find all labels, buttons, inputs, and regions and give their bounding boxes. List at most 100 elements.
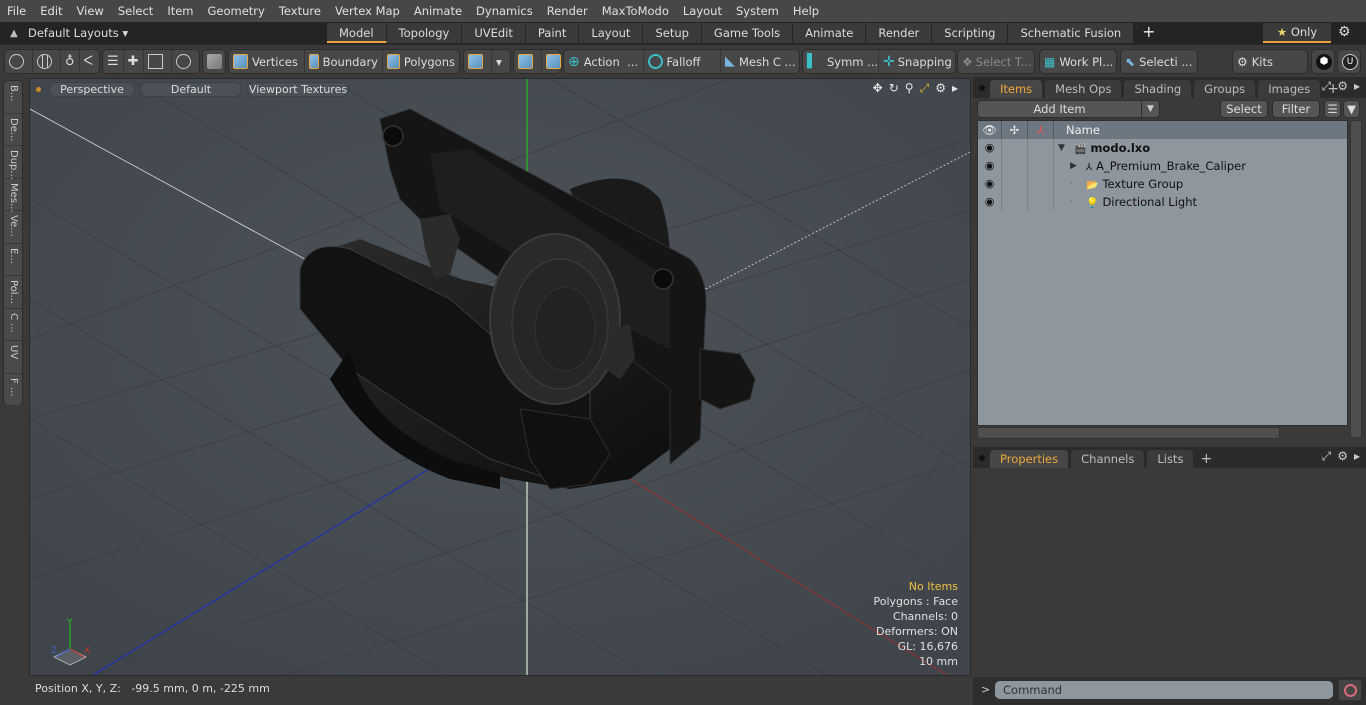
panel-gear-icon[interactable]: ⚙	[1337, 79, 1348, 94]
left-tab-4[interactable]: Ve...	[4, 211, 22, 244]
tree-row-directional-light[interactable]: ◉ · 💡 Directional Light	[978, 193, 1347, 211]
maximize-properties-icon[interactable]: ⤢	[1322, 449, 1332, 464]
tab-properties[interactable]: Properties	[990, 450, 1069, 468]
lock-cell[interactable]	[1002, 157, 1028, 175]
lock-cell[interactable]	[1002, 175, 1028, 193]
rotate-icon[interactable]: ↻	[889, 81, 899, 96]
material-mode-button[interactable]	[464, 50, 492, 73]
pen-tool-button[interactable]: ♁	[61, 50, 80, 73]
left-tab-5[interactable]: E...	[4, 244, 22, 276]
select-through-button[interactable]: ❖ Select T...	[958, 50, 1034, 73]
zoom-icon[interactable]: ⚲	[905, 81, 914, 96]
polygons-button[interactable]: Polygons	[383, 50, 459, 73]
path-tool-button[interactable]: ᐸ	[80, 50, 97, 73]
properties-gear-icon[interactable]: ⚙	[1337, 449, 1348, 464]
visibility-eye-icon[interactable]: ◉	[978, 139, 1002, 157]
layout-tab-layout[interactable]: Layout	[579, 23, 644, 43]
select-button[interactable]: Select	[1220, 100, 1268, 118]
tree-row-a-premium-brake-caliper[interactable]: ◉ ▶ ⅄ A_Premium_Brake_Caliper	[978, 157, 1347, 175]
boundary-button[interactable]: Boundary	[305, 50, 383, 73]
properties-panel-dot[interactable]	[979, 455, 985, 461]
symmetry-button[interactable]: ▌ Symm ...	[803, 50, 879, 73]
3d-viewport[interactable]: Perspective Default Viewport Textures ✥ …	[29, 78, 971, 676]
uv-cross-button[interactable]: ✚	[124, 50, 144, 73]
visibility-eye-icon[interactable]: ◉	[978, 175, 1002, 193]
kits-button[interactable]: ⚙ Kits	[1233, 50, 1307, 73]
item-mode-button[interactable]	[203, 50, 230, 73]
layout-tab-scripting[interactable]: Scripting	[932, 23, 1009, 43]
selection-sets-button[interactable]: ⬉ Selecti ...	[1121, 50, 1197, 73]
menu-maxtomodo[interactable]: MaxToModo	[595, 0, 676, 22]
tab-groups[interactable]: Groups	[1194, 80, 1256, 98]
menu-file[interactable]: File	[0, 0, 33, 22]
menu-vertex-map[interactable]: Vertex Map	[328, 0, 407, 22]
panel-arrow-icon[interactable]: ▸	[1354, 79, 1360, 94]
tree-row-texture-group[interactable]: ◉ · 📂 Texture Group	[978, 175, 1347, 193]
items-vertical-scrollbar[interactable]	[1350, 120, 1362, 438]
tab-mesh-ops[interactable]: Mesh Ops	[1045, 80, 1122, 98]
menu-layout[interactable]: Layout	[676, 0, 729, 22]
expand-arrow-icon[interactable]: ▸	[952, 81, 958, 96]
default-layouts-dropdown[interactable]: Default Layouts ▾	[28, 26, 326, 40]
menu-system[interactable]: System	[729, 0, 786, 22]
snapping-button[interactable]: ✛ Snapping	[879, 50, 955, 73]
menu-select[interactable]: Select	[111, 0, 160, 22]
mesh-constraint-button[interactable]: ◣ Mesh C ...	[721, 50, 799, 73]
left-tab-7[interactable]: C ...	[4, 309, 22, 341]
tab-items[interactable]: Items	[990, 80, 1043, 98]
layout-tab-paint[interactable]: Paint	[525, 23, 580, 43]
menu-item[interactable]: Item	[160, 0, 200, 22]
lock-column-icon[interactable]: ✢	[1002, 121, 1028, 139]
command-input[interactable]: Command	[995, 681, 1333, 699]
name-column-header[interactable]: Name	[1054, 121, 1100, 139]
layout-tab-uvedit[interactable]: UVEdit	[462, 23, 526, 43]
material-dropdown[interactable]: ▾	[492, 50, 506, 73]
menu-animate[interactable]: Animate	[407, 0, 469, 22]
left-tab-3[interactable]: Mes...	[4, 179, 22, 212]
menu-help[interactable]: Help	[786, 0, 826, 22]
list-options-button[interactable]: ☰	[1324, 100, 1341, 118]
only-button[interactable]: ★ Only	[1263, 23, 1331, 43]
visibility-column-icon[interactable]: 👁	[978, 121, 1002, 139]
filter-button[interactable]: Filter	[1272, 100, 1320, 118]
collapse-up-icon[interactable]: ▲	[0, 28, 28, 39]
collapse-arrow-icon[interactable]: ▶	[1070, 157, 1077, 175]
unreal-button[interactable]: U	[1338, 50, 1362, 73]
menu-render[interactable]: Render	[540, 0, 595, 22]
globe-button[interactable]	[33, 50, 61, 73]
gauge-button[interactable]	[172, 50, 199, 73]
left-tab-1[interactable]: De...	[4, 114, 22, 146]
tab-add-button[interactable]: +	[1196, 450, 1216, 468]
vertices-button[interactable]: Vertices	[229, 50, 305, 73]
tab-channels[interactable]: Channels	[1071, 450, 1145, 468]
work-plane-button[interactable]: ▦ Work Pl...	[1040, 50, 1116, 73]
action-button[interactable]: ⊕ Action ...	[564, 50, 644, 73]
properties-arrow-icon[interactable]: ▸	[1354, 449, 1360, 464]
menu-view[interactable]: View	[70, 0, 111, 22]
add-item-dropdown[interactable]: ▼	[1142, 100, 1160, 118]
menu-texture[interactable]: Texture	[272, 0, 328, 22]
frame-button[interactable]	[144, 50, 172, 73]
tree-row-modo-lxo[interactable]: ◉ ▼ 🎬 modo.lxo	[978, 139, 1347, 157]
tab-images[interactable]: Images	[1258, 80, 1321, 98]
left-tab-8[interactable]: UV	[4, 341, 22, 374]
align-button[interactable]: ☰	[103, 50, 124, 73]
viewport-textures-button[interactable]: Viewport Textures	[247, 81, 349, 97]
center-button[interactable]	[514, 50, 542, 73]
layout-tab-model[interactable]: Model	[327, 23, 387, 43]
menu-dynamics[interactable]: Dynamics	[469, 0, 540, 22]
perspective-button[interactable]: Perspective	[49, 81, 135, 97]
shading-default-button[interactable]: Default	[140, 81, 242, 97]
unity-button[interactable]: ⬢	[1312, 50, 1336, 73]
lock-cell[interactable]	[1002, 193, 1028, 211]
tab-lists[interactable]: Lists	[1147, 450, 1194, 468]
left-tab-0[interactable]: B...	[4, 81, 22, 114]
layout-tab-schematic-fusion[interactable]: Schematic Fusion	[1008, 23, 1135, 43]
viewport-status-dot[interactable]	[36, 86, 41, 92]
layout-tab-render[interactable]: Render	[866, 23, 933, 43]
lock-cell[interactable]	[1002, 139, 1028, 157]
record-macro-button[interactable]	[1338, 679, 1362, 701]
visibility-eye-icon[interactable]: ◉	[978, 193, 1002, 211]
pan-icon[interactable]: ✥	[873, 81, 883, 96]
layout-tab-animate[interactable]: Animate	[793, 23, 867, 43]
